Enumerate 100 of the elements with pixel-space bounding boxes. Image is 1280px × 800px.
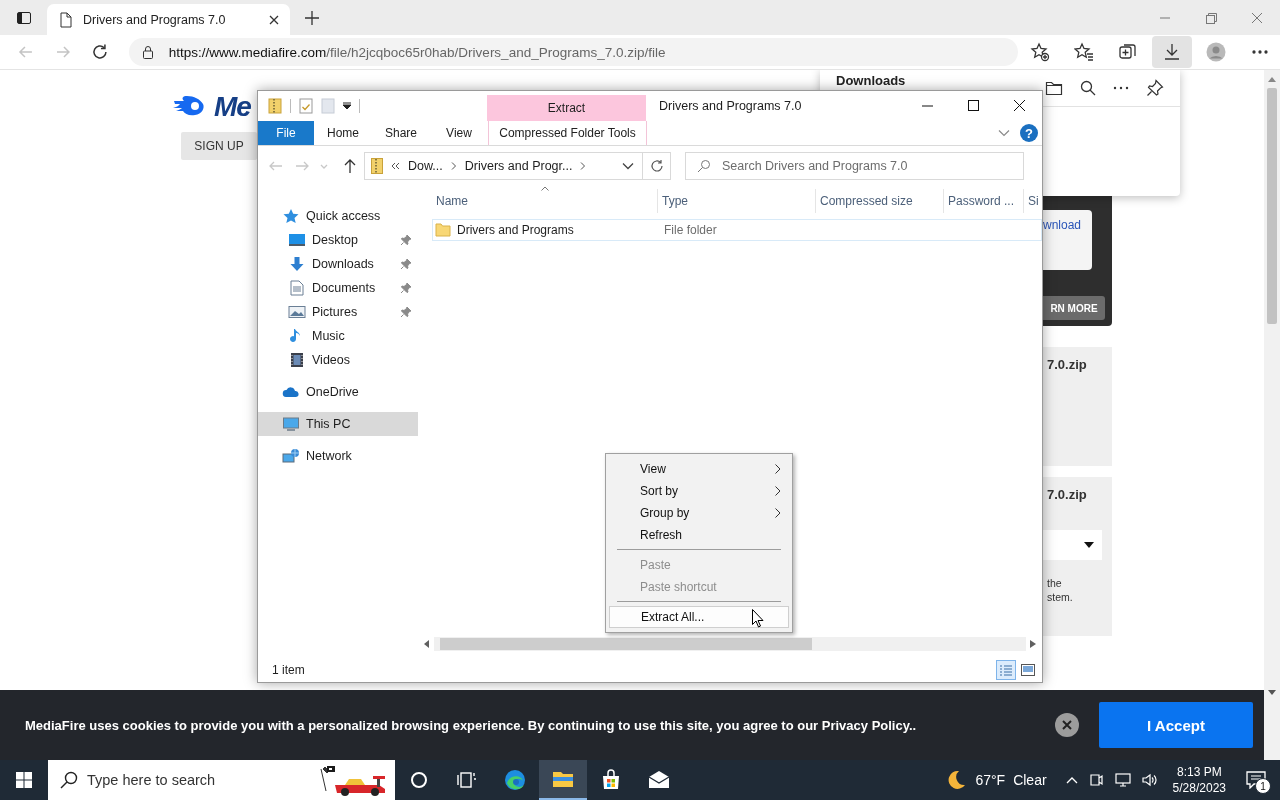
download-icon — [1162, 42, 1182, 62]
scroll-down-icon[interactable] — [1268, 690, 1276, 696]
nav-item[interactable]: Desktop — [258, 228, 418, 252]
folder-icon[interactable] — [1045, 80, 1063, 96]
new-tab-icon[interactable] — [304, 9, 320, 26]
column-header[interactable]: Password ... — [944, 189, 1024, 213]
checked-document-icon[interactable] — [299, 98, 313, 114]
file-name: 7.0.zip — [1047, 487, 1088, 502]
windows-start-icon[interactable] — [16, 772, 32, 788]
menu-item[interactable]: Group by — [609, 502, 789, 524]
avatar-icon — [1206, 42, 1226, 62]
scroll-left-icon[interactable] — [424, 640, 430, 648]
close-icon[interactable] — [268, 13, 280, 26]
chevron-right-icon — [775, 508, 781, 518]
refresh-button[interactable] — [643, 152, 671, 180]
scrollbar-thumb[interactable] — [1267, 88, 1277, 324]
pin-icon[interactable] — [1146, 79, 1164, 97]
up-arrow-icon[interactable] — [342, 158, 358, 174]
camera-icon[interactable] — [1087, 772, 1104, 788]
pin-icon — [400, 282, 412, 294]
film-icon — [288, 352, 306, 368]
search-icon[interactable] — [1080, 80, 1096, 96]
column-header[interactable]: Si — [1024, 189, 1042, 213]
column-header[interactable]: Compressed size — [816, 189, 944, 213]
more-icon — [1252, 50, 1268, 54]
refresh-icon — [649, 159, 664, 173]
nav-item[interactable]: Documents — [258, 276, 418, 300]
scroll-right-icon[interactable] — [1030, 640, 1036, 648]
double-chevron-icon[interactable] — [391, 162, 400, 170]
expand-ribbon-icon[interactable] — [998, 129, 1010, 137]
notification-icon[interactable] — [1246, 771, 1266, 789]
download-button[interactable]: wnload — [1043, 210, 1092, 270]
ribbon-tab[interactable]: Share — [372, 121, 430, 145]
large-icons-view-icon — [1021, 664, 1035, 676]
nav-item[interactable]: This PC — [258, 412, 418, 436]
favorites-icon — [1074, 42, 1094, 62]
network-icon — [282, 448, 300, 464]
column-header[interactable]: Name — [432, 189, 658, 213]
file-type: File folder — [664, 223, 717, 237]
pin-icon — [400, 258, 412, 270]
ribbon-tab[interactable]: File — [258, 121, 314, 145]
nav-item[interactable]: Pictures — [258, 300, 418, 324]
more-icon[interactable] — [1113, 86, 1129, 90]
menu-item[interactable]: Extract All... — [609, 606, 789, 628]
page-icon — [59, 11, 73, 28]
nav-item[interactable]: Quick access — [258, 204, 418, 228]
column-header[interactable]: Type — [658, 189, 816, 213]
close-icon[interactable] — [1055, 713, 1079, 737]
toolbar-button[interactable] — [1152, 36, 1192, 68]
file-row[interactable]: Drivers and Programs File folder — [432, 219, 1042, 241]
network-icon[interactable] — [1113, 772, 1132, 788]
note-text: stem. — [1047, 590, 1074, 604]
search-field[interactable]: Search Drivers and Programs 7.0 — [685, 152, 1024, 180]
cloud-icon — [282, 384, 300, 400]
sort-caret-icon — [540, 186, 549, 191]
address-field[interactable]: Dow... Drivers and Progr... — [364, 152, 643, 180]
clock-date[interactable]: 5/28/2023 — [1172, 780, 1226, 796]
browser-tab[interactable]: Drivers and Programs 7.0 — [47, 4, 290, 35]
refresh-icon[interactable] — [90, 43, 109, 61]
menu-item[interactable]: View — [609, 458, 789, 480]
address-field[interactable]: https://www.mediafire.com/file/h2jcqboc65r0hab/Drivers_and_Programs_7.0.zip/file — [128, 38, 1018, 66]
nav-item[interactable]: Videos — [258, 348, 418, 372]
pin-icon — [400, 306, 412, 318]
star-plus-icon — [1030, 42, 1050, 62]
file-name: 7.0.zip — [1047, 357, 1088, 372]
taskbar-button[interactable] — [539, 760, 587, 800]
ribbon-tab[interactable]: Home — [314, 121, 372, 145]
url-text: https://www.mediafire.com/file/h2jcqboc65r0hab/Drivers_and_Programs_7.0.zip/file — [168, 44, 666, 60]
customize-toolbar-icon[interactable] — [343, 102, 351, 110]
tab-actions-icon[interactable] — [16, 9, 32, 26]
scrollbar-thumb[interactable] — [440, 638, 812, 650]
search-icon — [60, 771, 78, 789]
chevron-down-icon[interactable] — [622, 162, 634, 170]
nav-item[interactable]: Downloads — [258, 252, 418, 276]
breadcrumb[interactable]: Dow... — [408, 159, 443, 173]
nav-item[interactable]: OneDrive — [258, 380, 418, 404]
chevron-up-icon[interactable] — [1065, 776, 1078, 784]
clock-time[interactable]: 8:13 PM — [1176, 764, 1222, 780]
help-button[interactable]: ? — [1020, 124, 1038, 142]
zip-folder-icon — [371, 158, 383, 174]
logo-text: Me — [214, 91, 251, 123]
cookie-message: MediaFire uses cookies to provide you with a personalized browsing experience. By continuing to use this site, you agree to our Privacy Policy.. — [25, 717, 917, 733]
breadcrumb[interactable]: Drivers and Progr... — [464, 159, 573, 173]
menu-item[interactable]: Refresh — [609, 524, 789, 546]
monitor-icon — [288, 232, 306, 248]
nav-item[interactable]: Network — [258, 444, 418, 468]
ribbon-tab[interactable]: View — [430, 121, 488, 145]
nav-item[interactable]: Music — [258, 324, 418, 348]
ribbon-tab[interactable]: Compressed Folder Tools — [488, 121, 647, 145]
menu-item[interactable]: Sort by — [609, 480, 789, 502]
weather-text: Clear — [1013, 772, 1047, 788]
sign-up-button[interactable]: SIGN UP — [181, 132, 257, 160]
accept-button[interactable]: I Accept — [1099, 702, 1253, 748]
notification-badge: 1 — [1255, 778, 1271, 794]
contextual-tab-header: Extract — [487, 95, 646, 121]
window-title: Drivers and Programs 7.0 — [659, 99, 802, 113]
volume-icon[interactable] — [1141, 772, 1158, 788]
learn-more-button[interactable]: RN MORE — [1043, 296, 1105, 320]
scroll-up-icon[interactable] — [1268, 76, 1276, 82]
temperature-text: 67°F — [975, 772, 1006, 788]
